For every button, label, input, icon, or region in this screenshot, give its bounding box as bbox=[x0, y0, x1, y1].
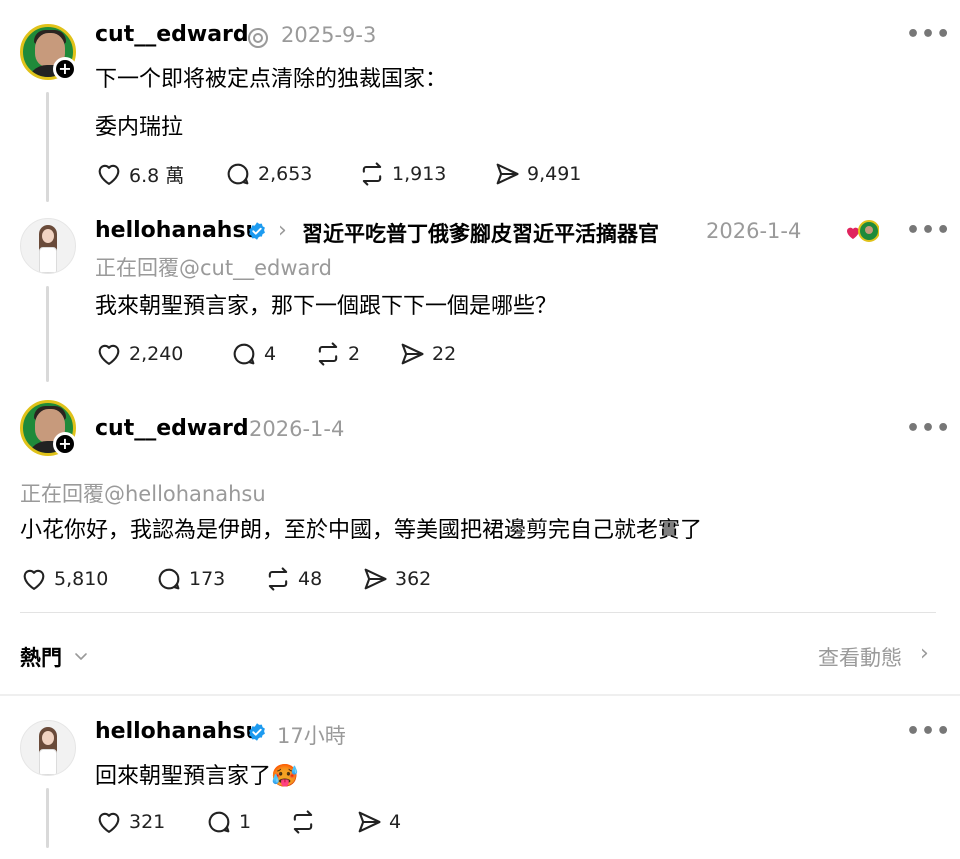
view-activity-link[interactable]: 查看動態 bbox=[818, 642, 902, 672]
heart-icon bbox=[98, 164, 120, 185]
like-count: 5,810 bbox=[54, 568, 109, 590]
comment-button[interactable]: 173 bbox=[155, 565, 225, 593]
avatar[interactable] bbox=[20, 720, 76, 776]
heart-icon bbox=[98, 812, 120, 833]
post-time: 17小時 bbox=[277, 724, 346, 748]
verified-badge-icon bbox=[249, 222, 265, 240]
comment-button[interactable]: 2,653 bbox=[224, 160, 312, 188]
reply-to-label[interactable]: 正在回覆@hellohanahsu bbox=[20, 478, 266, 508]
comment-count: 1 bbox=[239, 811, 252, 833]
comment-count: 2,653 bbox=[258, 163, 313, 185]
repost-count: 48 bbox=[298, 568, 323, 590]
repost-count: 2 bbox=[348, 343, 361, 365]
chevron-down-icon[interactable] bbox=[74, 649, 88, 663]
comment-icon bbox=[227, 163, 249, 185]
username[interactable]: cut__edward bbox=[95, 22, 249, 47]
like-count: 321 bbox=[129, 811, 166, 833]
share-button[interactable]: 362 bbox=[361, 565, 431, 593]
send-icon bbox=[496, 163, 519, 185]
follow-plus-icon[interactable]: + bbox=[53, 432, 77, 456]
comment-icon bbox=[158, 568, 180, 590]
repost-count: 1,913 bbox=[392, 163, 447, 185]
post-text-line: 委内瑞拉 bbox=[95, 115, 184, 140]
repost-icon bbox=[293, 810, 313, 834]
post-time: 2025-9-3 bbox=[281, 23, 377, 47]
repost-button[interactable]: 48 bbox=[264, 565, 322, 593]
heart-icon bbox=[23, 569, 45, 590]
repost-button[interactable]: 2 bbox=[314, 340, 360, 368]
like-button[interactable]: 321 bbox=[95, 808, 165, 836]
like-button[interactable]: 6.8 萬 bbox=[95, 160, 184, 188]
send-icon bbox=[358, 811, 381, 833]
more-options-icon[interactable]: ••• bbox=[906, 22, 951, 47]
share-button[interactable]: 22 bbox=[398, 340, 456, 368]
send-icon bbox=[401, 343, 424, 365]
share-count: 4 bbox=[389, 811, 402, 833]
reply-to-label[interactable]: 正在回覆@cut__edward bbox=[95, 252, 332, 282]
comment-button[interactable]: 1 bbox=[205, 808, 251, 836]
section-divider bbox=[0, 694, 960, 696]
comment-count: 4 bbox=[264, 343, 277, 365]
username[interactable]: hellohanahsu bbox=[95, 719, 261, 744]
threads-logo-icon bbox=[248, 28, 268, 48]
follow-plus-icon[interactable]: + bbox=[53, 57, 77, 81]
comment-icon bbox=[233, 343, 255, 365]
topic-tag[interactable]: 習近平吃普丁俄爹腳皮習近平活摘器官 bbox=[302, 218, 659, 248]
repost-icon bbox=[268, 567, 288, 591]
repost-button[interactable] bbox=[289, 808, 323, 836]
comment-count: 173 bbox=[189, 568, 226, 590]
thread-line bbox=[46, 286, 49, 382]
like-count: 6.8 萬 bbox=[129, 164, 185, 187]
share-count: 22 bbox=[432, 343, 457, 365]
sort-hot-dropdown[interactable]: 熱門 bbox=[20, 642, 62, 672]
chevron-right-icon: › bbox=[278, 218, 287, 243]
more-options-icon[interactable]: ••• bbox=[906, 719, 951, 744]
heart-icon bbox=[98, 344, 120, 365]
comment-button[interactable]: 4 bbox=[230, 340, 276, 368]
divider bbox=[20, 612, 936, 613]
reaction-avatar-icon bbox=[845, 219, 880, 243]
repost-icon bbox=[362, 162, 382, 186]
post-text-line: 我來朝聖預言家，那下一個跟下下一個是哪些？ bbox=[95, 294, 558, 319]
thread-line bbox=[46, 788, 49, 848]
repost-icon bbox=[318, 342, 338, 366]
like-button[interactable]: 2,240 bbox=[95, 340, 183, 368]
comment-icon bbox=[208, 811, 230, 833]
thread-line bbox=[46, 92, 49, 202]
share-count: 9,491 bbox=[527, 163, 582, 185]
share-button[interactable]: 4 bbox=[355, 808, 401, 836]
like-count: 2,240 bbox=[129, 343, 184, 365]
post-time: 2026-1-4 bbox=[706, 219, 802, 243]
username[interactable]: hellohanahsu bbox=[95, 218, 261, 243]
share-button[interactable]: 9,491 bbox=[493, 160, 581, 188]
more-options-icon[interactable]: ••• bbox=[906, 218, 951, 243]
send-icon bbox=[364, 568, 387, 590]
post-text-line: 回來朝聖預言家了🥵 bbox=[95, 764, 299, 789]
share-count: 362 bbox=[395, 568, 432, 590]
like-button[interactable]: 5,810 bbox=[20, 565, 108, 593]
repost-button[interactable]: 1,913 bbox=[358, 160, 446, 188]
post-time: 2026-1-4 bbox=[249, 417, 345, 441]
post-text-line: 下一个即将被定点清除的独裁国家： bbox=[95, 67, 448, 92]
more-options-icon[interactable]: ••• bbox=[906, 416, 951, 441]
verified-badge-icon bbox=[249, 723, 265, 741]
post-text-line: 小花你好，我認為是伊朗，至於中國，等美國把裙邊剪完自己就老實了 bbox=[20, 518, 703, 543]
chevron-right-icon[interactable]: › bbox=[920, 641, 929, 666]
username[interactable]: cut__edward bbox=[95, 416, 249, 441]
avatar[interactable] bbox=[20, 218, 76, 274]
